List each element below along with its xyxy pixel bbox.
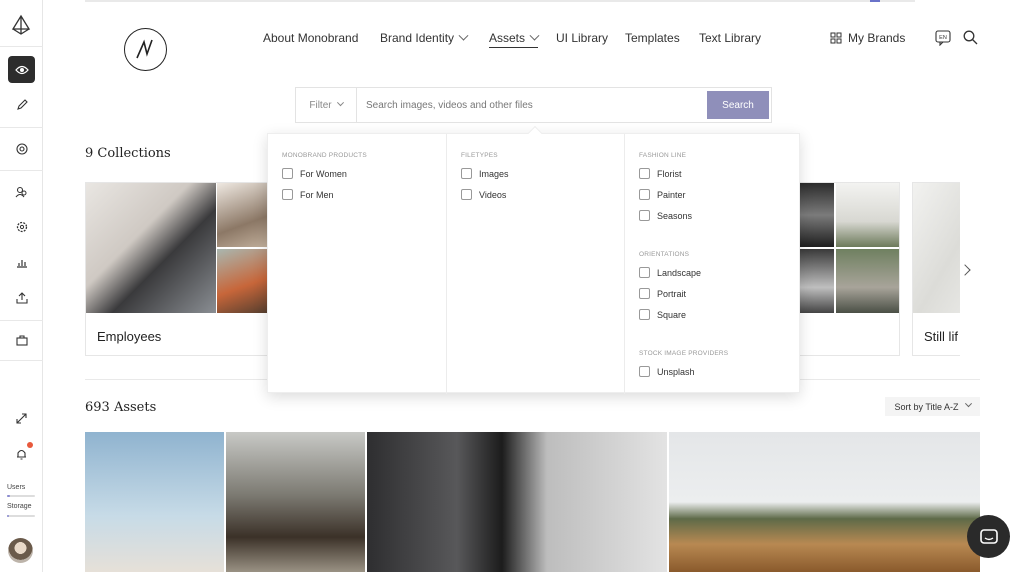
filter-column-fashion: FASHION LINE Florist Painter Seasons ORI… bbox=[624, 134, 801, 394]
bar-chart-icon[interactable] bbox=[8, 249, 35, 276]
top-progress-line bbox=[85, 0, 915, 2]
filter-column-filetypes: FILETYPES Images Videos bbox=[446, 134, 624, 394]
chevron-right-icon[interactable] bbox=[959, 264, 971, 276]
collection-image bbox=[86, 183, 216, 313]
sort-label: Sort by Title A-Z bbox=[894, 401, 959, 412]
checkbox[interactable] bbox=[282, 189, 293, 200]
users-usage-label: Users bbox=[7, 484, 26, 491]
filter-option-unsplash[interactable]: Unsplash bbox=[639, 366, 695, 377]
storage-usage-bar bbox=[7, 515, 35, 517]
chevron-down-icon bbox=[964, 400, 972, 408]
search-bar: Filter Search bbox=[295, 87, 772, 123]
filter-option-landscape[interactable]: Landscape bbox=[639, 267, 701, 278]
filter-group-title: ORIENTATIONS bbox=[639, 251, 690, 258]
checkbox[interactable] bbox=[639, 366, 650, 377]
filter-label: Filter bbox=[309, 99, 332, 111]
asset-thumbnail[interactable] bbox=[85, 432, 224, 572]
filter-option-florist[interactable]: Florist bbox=[639, 168, 682, 179]
filter-column-products: MONOBRAND PRODUCTS For Women For Men bbox=[268, 134, 446, 394]
filter-option-for-men[interactable]: For Men bbox=[282, 189, 334, 200]
checkbox[interactable] bbox=[461, 168, 472, 179]
chat-launcher-button[interactable] bbox=[967, 515, 1010, 558]
checkbox[interactable] bbox=[639, 189, 650, 200]
filter-option-for-women[interactable]: For Women bbox=[282, 168, 347, 179]
chevron-down-icon bbox=[529, 30, 540, 41]
filter-group-title: STOCK IMAGE PROVIDERS bbox=[639, 350, 729, 357]
nav-assets[interactable]: Assets bbox=[489, 30, 540, 48]
asset-thumbnail[interactable] bbox=[226, 432, 365, 572]
assets-heading: 693 Assets bbox=[85, 400, 157, 415]
app-logo-icon[interactable] bbox=[10, 14, 32, 36]
filter-option-images[interactable]: Images bbox=[461, 168, 509, 179]
users-usage-bar bbox=[7, 495, 35, 497]
collection-image bbox=[913, 183, 960, 313]
filter-group-title: MONOBRAND PRODUCTS bbox=[282, 152, 367, 159]
checkbox[interactable] bbox=[639, 288, 650, 299]
checkbox[interactable] bbox=[639, 267, 650, 278]
checkbox[interactable] bbox=[639, 309, 650, 320]
filter-option-portrait[interactable]: Portrait bbox=[639, 288, 686, 299]
collection-card-employees[interactable]: Employees bbox=[85, 182, 275, 356]
checkbox[interactable] bbox=[461, 189, 472, 200]
collection-title: Still lif bbox=[924, 329, 958, 344]
collection-title: Employees bbox=[97, 329, 162, 344]
collections-heading: 9 Collections bbox=[85, 146, 171, 161]
filter-dropdown[interactable]: Filter bbox=[296, 88, 357, 122]
collection-card-interiors[interactable] bbox=[790, 182, 900, 356]
language-icon[interactable]: EN bbox=[935, 30, 951, 51]
expand-icon[interactable] bbox=[8, 405, 35, 432]
chat-icon bbox=[979, 528, 998, 544]
search-icon[interactable] bbox=[963, 30, 978, 50]
language-badge: EN bbox=[939, 35, 947, 41]
collection-image bbox=[836, 249, 899, 313]
chevron-down-icon bbox=[336, 98, 344, 106]
filter-panel: MONOBRAND PRODUCTS For Women For Men FIL… bbox=[267, 125, 801, 394]
filter-group-title: FASHION LINE bbox=[639, 152, 687, 159]
my-brands-label: My Brands bbox=[848, 31, 906, 45]
chevron-down-icon bbox=[458, 30, 469, 41]
checkbox[interactable] bbox=[639, 210, 650, 221]
nav-brand-identity[interactable]: Brand Identity bbox=[380, 30, 469, 45]
filter-option-seasons[interactable]: Seasons bbox=[639, 210, 692, 221]
gear-icon[interactable] bbox=[8, 213, 35, 240]
brand-logo[interactable] bbox=[124, 28, 167, 71]
search-input[interactable] bbox=[366, 88, 696, 122]
search-button[interactable]: Search bbox=[707, 91, 769, 119]
nav-text-library[interactable]: Text Library bbox=[699, 31, 761, 45]
nav-ui-library[interactable]: UI Library bbox=[556, 31, 608, 45]
filter-group-title: FILETYPES bbox=[461, 152, 498, 159]
my-brands-button[interactable]: My Brands bbox=[830, 31, 905, 45]
checkbox[interactable] bbox=[282, 168, 293, 179]
left-rail: Users Storage bbox=[0, 0, 43, 572]
users-icon[interactable] bbox=[8, 178, 35, 205]
nav-about[interactable]: About Monobrand bbox=[263, 31, 358, 45]
target-icon[interactable] bbox=[8, 135, 35, 162]
checkbox[interactable] bbox=[639, 168, 650, 179]
filter-option-painter[interactable]: Painter bbox=[639, 189, 686, 200]
pencil-icon[interactable] bbox=[8, 91, 35, 118]
nav-templates[interactable]: Templates bbox=[625, 31, 680, 45]
filter-option-square[interactable]: Square bbox=[639, 309, 686, 320]
briefcase-icon[interactable] bbox=[8, 327, 35, 354]
eye-icon[interactable] bbox=[8, 56, 35, 83]
collection-card-still-life[interactable]: Still lif bbox=[912, 182, 960, 356]
avatar[interactable] bbox=[8, 538, 33, 563]
storage-usage-label: Storage bbox=[7, 503, 32, 510]
upload-icon[interactable] bbox=[8, 284, 35, 311]
sort-dropdown[interactable]: Sort by Title A-Z bbox=[885, 397, 980, 416]
notification-dot bbox=[27, 442, 33, 448]
filter-option-videos[interactable]: Videos bbox=[461, 189, 506, 200]
grid-icon bbox=[830, 32, 842, 44]
collection-image bbox=[836, 183, 899, 247]
asset-thumbnail[interactable] bbox=[367, 432, 667, 572]
asset-thumbnail[interactable] bbox=[669, 432, 980, 572]
